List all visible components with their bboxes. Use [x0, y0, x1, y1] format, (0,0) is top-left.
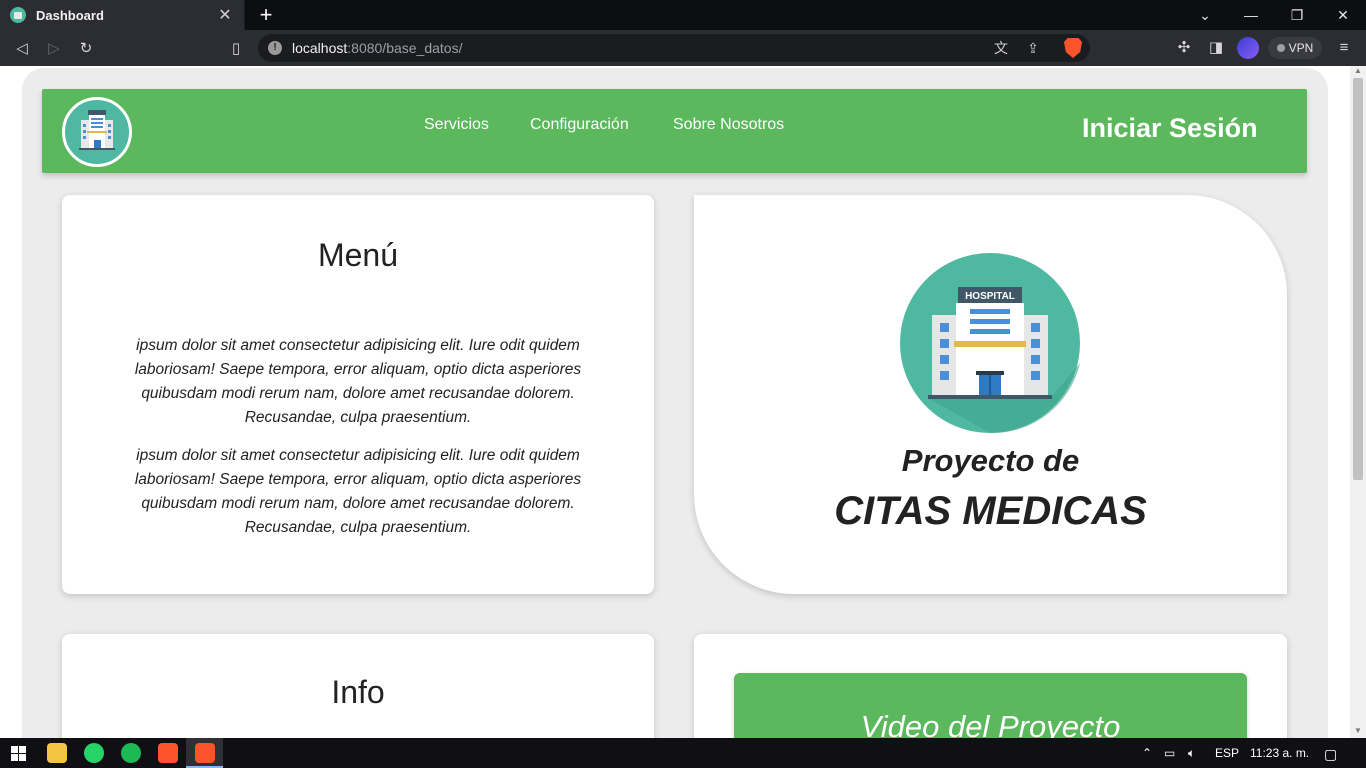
network-icon[interactable]: ▭: [1164, 746, 1175, 760]
whatsapp-icon[interactable]: [84, 743, 104, 763]
video-banner: Video del Proyecto: [734, 673, 1247, 738]
project-hero-card: HOSPITAL Proyecto de CITAS MEDICAS: [694, 195, 1287, 594]
back-button[interactable]: ◁: [10, 36, 34, 60]
hospital-favicon-icon: [10, 7, 26, 23]
scroll-down-icon[interactable]: ▼: [1354, 727, 1362, 735]
tab-search-chevron-icon[interactable]: ⌄: [1182, 0, 1228, 30]
forward-button[interactable]: ▷: [42, 36, 66, 60]
taskbar-clock[interactable]: 11:23 a. m.: [1250, 746, 1309, 760]
extensions-icon[interactable]: ✣: [1174, 38, 1194, 58]
brave-browser-icon[interactable]: [158, 743, 178, 763]
tray-chevron-icon[interactable]: ⌃: [1142, 746, 1152, 760]
notification-icon[interactable]: ▢: [1324, 746, 1337, 763]
hospital-logo-icon[interactable]: [62, 97, 132, 167]
minimize-button[interactable]: —: [1228, 0, 1274, 30]
browser-tab-strip: Dashboard ✕ + ⌄ — ❐ ✕: [0, 0, 1366, 30]
file-explorer-icon[interactable]: [47, 743, 67, 763]
browser-tab[interactable]: Dashboard ✕: [0, 0, 245, 30]
page-container: Servicios Configuración Sobre Nosotros I…: [22, 68, 1328, 738]
video-title: Video del Proyecto: [860, 709, 1121, 738]
language-indicator[interactable]: ESP: [1215, 746, 1239, 760]
new-tab-button[interactable]: +: [256, 2, 276, 28]
windows-taskbar: ⌃ ▭ 🔈︎ ESP 11:23 a. m. ▢: [0, 738, 1366, 768]
site-info-icon[interactable]: !: [268, 41, 282, 55]
sidebar-icon[interactable]: ◨: [1206, 38, 1226, 58]
page-viewport: Servicios Configuración Sobre Nosotros I…: [0, 66, 1350, 738]
site-header: Servicios Configuración Sobre Nosotros I…: [42, 89, 1307, 173]
vpn-label: VPN: [1288, 41, 1314, 55]
address-bar[interactable]: ! localhost:8080/base_datos/ 文 ⇪: [258, 34, 1090, 62]
nav-sobre-nosotros[interactable]: Sobre Nosotros: [673, 116, 784, 134]
nav-configuracion[interactable]: Configuración: [530, 116, 629, 134]
tab-close-icon[interactable]: ✕: [216, 5, 234, 25]
browser-toolbar: ◁ ▷ ↻ ▯ ! localhost:8080/base_datos/ 文 ⇪…: [0, 30, 1366, 66]
page-scrollbar[interactable]: ▲ ▼: [1350, 66, 1366, 738]
bookmark-icon[interactable]: ▯: [224, 36, 248, 60]
tab-title: Dashboard: [36, 7, 104, 23]
hero-title-line1: Proyecto de: [901, 443, 1080, 478]
brave-shields-icon[interactable]: [1064, 38, 1082, 58]
menu-paragraph: ipsum dolor sit amet consectetur adipisi…: [134, 337, 582, 426]
scrollbar-thumb[interactable]: [1353, 78, 1363, 480]
reload-button[interactable]: ↻: [74, 36, 98, 60]
nav-servicios[interactable]: Servicios: [424, 116, 489, 134]
vpn-status-icon: [1276, 44, 1285, 52]
video-card: Video del Proyecto: [694, 634, 1287, 738]
hospital-illustration-icon: HOSPITAL: [900, 253, 1080, 433]
brave-browser-active-icon[interactable]: [195, 743, 215, 763]
translate-icon[interactable]: 文: [992, 39, 1010, 57]
info-title: Info: [331, 674, 385, 710]
vpn-button[interactable]: VPN: [1268, 37, 1322, 59]
login-link[interactable]: Iniciar Sesión: [1082, 113, 1258, 144]
hospital-sign-text: HOSPITAL: [965, 291, 1015, 302]
windows-start-icon[interactable]: [11, 746, 26, 761]
url-text: localhost:8080/base_datos/: [292, 40, 463, 56]
hero-title-line2: CITAS MEDICAS: [834, 489, 1147, 533]
scroll-up-icon[interactable]: ▲: [1354, 67, 1362, 75]
spotify-icon[interactable]: [121, 743, 141, 763]
menu-title: Menú: [317, 237, 399, 273]
volume-icon[interactable]: 🔈︎: [1188, 746, 1195, 761]
restore-button[interactable]: ❐: [1274, 0, 1320, 30]
close-window-button[interactable]: ✕: [1320, 0, 1366, 30]
share-icon[interactable]: ⇪: [1024, 39, 1042, 57]
menu-icon[interactable]: ≡: [1334, 38, 1354, 58]
info-card: Info: [62, 634, 654, 738]
menu-card: Menú ipsum dolor sit amet consectetur ad…: [62, 195, 654, 594]
brave-wallet-icon[interactable]: [1237, 37, 1259, 59]
menu-paragraph: ipsum dolor sit amet consectetur adipisi…: [134, 447, 582, 536]
